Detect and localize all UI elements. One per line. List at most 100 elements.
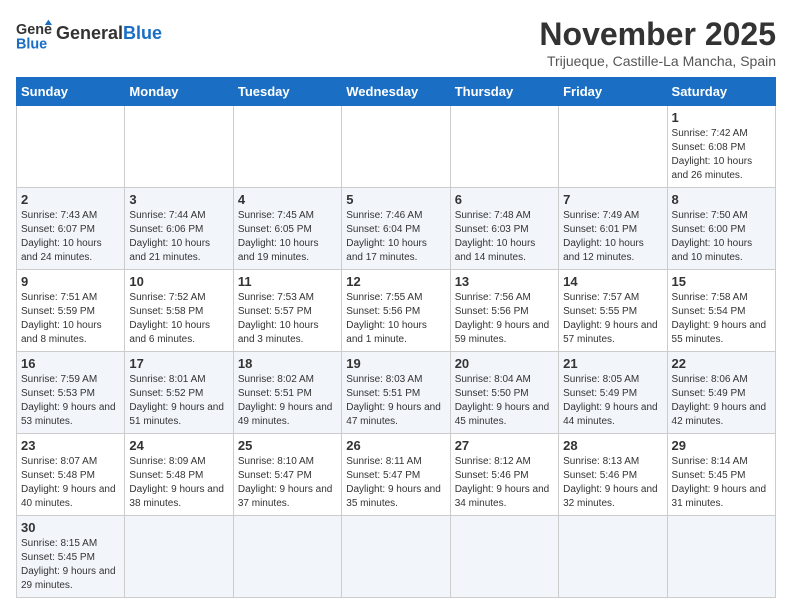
day-number: 13 [455,274,554,289]
calendar-cell: 6 Sunrise: 7:48 AM Sunset: 6:03 PM Daylig… [450,188,558,270]
calendar-cell: 24 Sunrise: 8:09 AM Sunset: 5:48 PM Dayli… [125,434,233,516]
calendar-cell [450,516,558,598]
day-info: Sunrise: 7:48 AM Sunset: 6:03 PM Dayligh… [455,209,554,265]
logo: General Blue GeneralBlue [16,16,162,52]
calendar-week-2: 9 Sunrise: 7:51 AM Sunset: 5:59 PM Daylig… [17,270,776,352]
day-info: Sunrise: 8:06 AM Sunset: 5:49 PM Dayligh… [672,373,771,429]
calendar-cell: 9 Sunrise: 7:51 AM Sunset: 5:59 PM Daylig… [17,270,125,352]
calendar-cell: 15 Sunrise: 7:58 AM Sunset: 5:54 PM Dayli… [667,270,775,352]
day-info: Sunrise: 8:13 AM Sunset: 5:46 PM Dayligh… [563,455,662,511]
calendar-cell: 14Sunrise: 7:57 AM Sunset: 5:55 PM Dayli… [559,270,667,352]
day-number: 1 [672,110,771,125]
day-info: Sunrise: 8:02 AM Sunset: 5:51 PM Dayligh… [238,373,337,429]
day-number: 18 [238,356,337,371]
day-info: Sunrise: 7:50 AM Sunset: 6:00 PM Dayligh… [672,209,771,265]
day-info: Sunrise: 8:12 AM Sunset: 5:46 PM Dayligh… [455,455,554,511]
calendar-cell: 7 Sunrise: 7:49 AM Sunset: 6:01 PM Daylig… [559,188,667,270]
day-info: Sunrise: 7:49 AM Sunset: 6:01 PM Dayligh… [563,209,662,265]
calendar-cell [125,106,233,188]
day-info: Sunrise: 8:15 AM Sunset: 5:45 PM Dayligh… [21,537,120,593]
day-number: 30 [21,520,120,535]
day-info: Sunrise: 7:58 AM Sunset: 5:54 PM Dayligh… [672,291,771,347]
day-number: 7 [563,192,662,207]
calendar-cell: 28Sunrise: 8:13 AM Sunset: 5:46 PM Dayli… [559,434,667,516]
day-info: Sunrise: 7:45 AM Sunset: 6:05 PM Dayligh… [238,209,337,265]
calendar-cell: 4Sunrise: 7:45 AM Sunset: 6:05 PM Daylig… [233,188,341,270]
day-info: Sunrise: 8:03 AM Sunset: 5:51 PM Dayligh… [346,373,445,429]
day-number: 19 [346,356,445,371]
calendar-week-0: 1 Sunrise: 7:42 AM Sunset: 6:08 PM Daylig… [17,106,776,188]
calendar-table: SundayMondayTuesdayWednesdayThursdayFrid… [16,77,776,598]
day-info: Sunrise: 7:51 AM Sunset: 5:59 PM Dayligh… [21,291,120,347]
calendar-week-4: 23 Sunrise: 8:07 AM Sunset: 5:48 PM Dayli… [17,434,776,516]
day-number: 15 [672,274,771,289]
day-number: 23 [21,438,120,453]
day-info: Sunrise: 8:10 AM Sunset: 5:47 PM Dayligh… [238,455,337,511]
weekday-header-saturday: Saturday [667,78,775,106]
day-info: Sunrise: 7:52 AM Sunset: 5:58 PM Dayligh… [129,291,228,347]
day-number: 6 [455,192,554,207]
day-info: Sunrise: 8:04 AM Sunset: 5:50 PM Dayligh… [455,373,554,429]
calendar-cell: 25Sunrise: 8:10 AM Sunset: 5:47 PM Dayli… [233,434,341,516]
day-number: 2 [21,192,120,207]
day-number: 9 [21,274,120,289]
calendar-cell [233,516,341,598]
weekday-header-thursday: Thursday [450,78,558,106]
calendar-cell [450,106,558,188]
calendar-cell: 3Sunrise: 7:44 AM Sunset: 6:06 PM Daylig… [125,188,233,270]
day-number: 21 [563,356,662,371]
day-info: Sunrise: 7:53 AM Sunset: 5:57 PM Dayligh… [238,291,337,347]
calendar-cell: 5 Sunrise: 7:46 AM Sunset: 6:04 PM Daylig… [342,188,450,270]
svg-text:Blue: Blue [16,36,47,52]
day-info: Sunrise: 7:46 AM Sunset: 6:04 PM Dayligh… [346,209,445,265]
calendar-cell: 22 Sunrise: 8:06 AM Sunset: 5:49 PM Dayli… [667,352,775,434]
header: General Blue GeneralBlue November 2025 T… [16,16,776,69]
day-number: 20 [455,356,554,371]
calendar-cell [559,106,667,188]
calendar-cell [559,516,667,598]
calendar-subtitle: Trijueque, Castille-La Mancha, Spain [539,53,776,69]
calendar-cell: 17 Sunrise: 8:01 AM Sunset: 5:52 PM Dayli… [125,352,233,434]
calendar-cell: 12 Sunrise: 7:55 AM Sunset: 5:56 PM Dayli… [342,270,450,352]
calendar-cell [125,516,233,598]
calendar-cell [342,106,450,188]
weekday-header-tuesday: Tuesday [233,78,341,106]
calendar-cell [17,106,125,188]
weekday-header-friday: Friday [559,78,667,106]
day-number: 16 [21,356,120,371]
calendar-week-1: 2 Sunrise: 7:43 AM Sunset: 6:07 PM Daylig… [17,188,776,270]
calendar-title: November 2025 [539,16,776,53]
calendar-cell: 1 Sunrise: 7:42 AM Sunset: 6:08 PM Daylig… [667,106,775,188]
day-number: 11 [238,274,337,289]
day-number: 22 [672,356,771,371]
calendar-cell: 13Sunrise: 7:56 AM Sunset: 5:56 PM Dayli… [450,270,558,352]
day-info: Sunrise: 8:07 AM Sunset: 5:48 PM Dayligh… [21,455,120,511]
day-number: 10 [129,274,228,289]
day-info: Sunrise: 7:44 AM Sunset: 6:06 PM Dayligh… [129,209,228,265]
day-number: 26 [346,438,445,453]
day-number: 17 [129,356,228,371]
logo-icon: General Blue [16,16,52,52]
calendar-cell: 30 Sunrise: 8:15 AM Sunset: 5:45 PM Dayli… [17,516,125,598]
day-info: Sunrise: 8:11 AM Sunset: 5:47 PM Dayligh… [346,455,445,511]
weekday-header-sunday: Sunday [17,78,125,106]
day-info: Sunrise: 8:01 AM Sunset: 5:52 PM Dayligh… [129,373,228,429]
day-info: Sunrise: 7:43 AM Sunset: 6:07 PM Dayligh… [21,209,120,265]
weekday-header-monday: Monday [125,78,233,106]
calendar-cell [233,106,341,188]
day-info: Sunrise: 7:55 AM Sunset: 5:56 PM Dayligh… [346,291,445,347]
day-info: Sunrise: 8:09 AM Sunset: 5:48 PM Dayligh… [129,455,228,511]
calendar-cell: 29Sunrise: 8:14 AM Sunset: 5:45 PM Dayli… [667,434,775,516]
calendar-cell: 21 Sunrise: 8:05 AM Sunset: 5:49 PM Dayli… [559,352,667,434]
calendar-cell: 16Sunrise: 7:59 AM Sunset: 5:53 PM Dayli… [17,352,125,434]
calendar-cell: 26 Sunrise: 8:11 AM Sunset: 5:47 PM Dayli… [342,434,450,516]
calendar-cell: 8Sunrise: 7:50 AM Sunset: 6:00 PM Daylig… [667,188,775,270]
calendar-cell [667,516,775,598]
day-info: Sunrise: 8:05 AM Sunset: 5:49 PM Dayligh… [563,373,662,429]
calendar-cell: 18 Sunrise: 8:02 AM Sunset: 5:51 PM Dayli… [233,352,341,434]
weekday-header-row: SundayMondayTuesdayWednesdayThursdayFrid… [17,78,776,106]
day-info: Sunrise: 7:42 AM Sunset: 6:08 PM Dayligh… [672,127,771,183]
day-number: 5 [346,192,445,207]
day-number: 24 [129,438,228,453]
day-number: 12 [346,274,445,289]
